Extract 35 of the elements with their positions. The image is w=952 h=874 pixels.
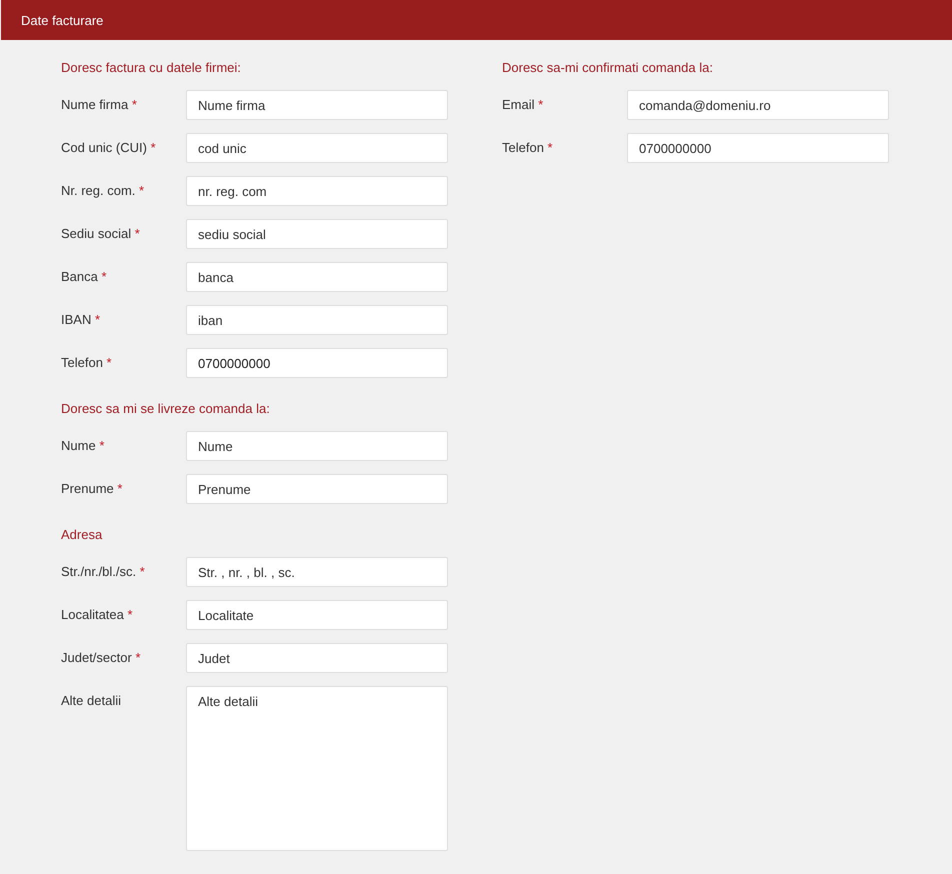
- input-field[interactable]: Str. , nr. , bl. , sc.: [186, 557, 448, 587]
- field-label: Nume firma *: [61, 96, 138, 114]
- field-label: Nume *: [61, 437, 106, 455]
- field-label: Email *: [502, 96, 544, 114]
- panel-title: Date facturare: [21, 12, 104, 28]
- field-label: Prenume *: [61, 480, 124, 498]
- field-label: Banca *: [61, 268, 108, 286]
- field-label: Judet/sector *: [61, 649, 142, 667]
- field-label: Cod unic (CUI) *: [61, 139, 157, 157]
- input-field[interactable]: iban: [186, 305, 448, 335]
- input-field[interactable]: cod unic: [186, 133, 448, 163]
- section-title: Adresa: [61, 526, 104, 544]
- input-field[interactable]: sediu social: [186, 219, 448, 249]
- section-title: Doresc sa-mi confirmati comanda la:: [502, 59, 714, 77]
- field-label: IBAN *: [61, 311, 102, 329]
- field-label: Alte detalii: [61, 692, 122, 710]
- input-field[interactable]: Nume firma: [186, 90, 448, 120]
- input-field[interactable]: Nume: [186, 431, 448, 461]
- input-field[interactable]: Prenume: [186, 474, 448, 504]
- input-field[interactable]: 0700000000: [186, 348, 448, 378]
- field-label: Sediu social *: [61, 225, 141, 243]
- input-field[interactable]: comanda@domeniu.ro: [627, 90, 889, 120]
- field-label: Telefon *: [61, 354, 113, 372]
- text-area[interactable]: Alte detalii: [186, 686, 448, 851]
- input-field[interactable]: Judet: [186, 643, 448, 673]
- input-field[interactable]: nr. reg. com: [186, 176, 448, 206]
- input-field[interactable]: Localitate: [186, 600, 448, 630]
- field-label: Str./nr./bl./sc. *: [61, 563, 146, 581]
- section-title: Doresc factura cu datele firmei:: [61, 59, 242, 77]
- field-label: Localitatea *: [61, 606, 134, 624]
- section-title: Doresc sa mi se livreze comanda la:: [61, 400, 271, 418]
- field-label: Nr. reg. com. *: [61, 182, 146, 200]
- input-field[interactable]: 0700000000: [627, 133, 889, 163]
- input-field[interactable]: banca: [186, 262, 448, 292]
- field-label: Telefon *: [502, 139, 554, 157]
